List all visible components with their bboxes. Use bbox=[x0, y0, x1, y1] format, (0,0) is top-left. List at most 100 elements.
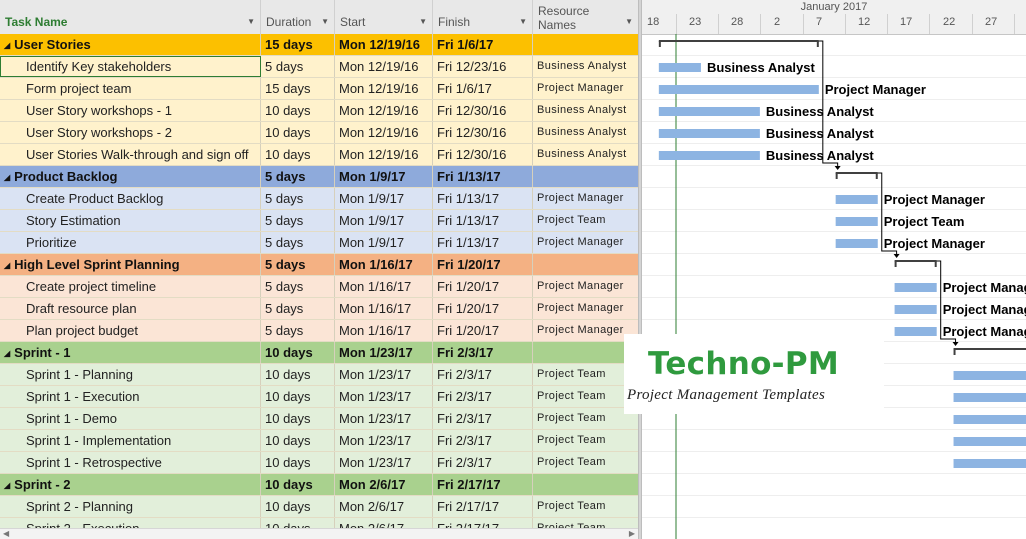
task-row[interactable]: User Story workshops - 1 10 days Mon 12/19… bbox=[0, 100, 638, 122]
duration-cell[interactable]: 15 days bbox=[261, 34, 335, 55]
duration-cell[interactable]: 10 days bbox=[261, 144, 335, 165]
duration-cell[interactable]: 10 days bbox=[261, 408, 335, 429]
task-row[interactable]: Prioritize 5 days Mon 1/9/17 Fri 1/13/17 Pro… bbox=[0, 232, 638, 254]
duration-cell[interactable]: 5 days bbox=[261, 210, 335, 231]
task-name-cell[interactable]: Prioritize bbox=[0, 232, 261, 253]
task-name-cell[interactable]: Create Product Backlog bbox=[0, 188, 261, 209]
task-name-cell[interactable]: ◢ User Stories bbox=[0, 34, 261, 55]
start-cell[interactable]: Mon 1/16/17 bbox=[335, 320, 433, 341]
task-row[interactable]: User Story workshops - 2 10 days Mon 12/19… bbox=[0, 122, 638, 144]
task-name-cell[interactable]: Sprint 2 - Planning bbox=[0, 496, 261, 517]
duration-cell[interactable]: 5 days bbox=[261, 56, 335, 77]
duration-cell[interactable]: 10 days bbox=[261, 100, 335, 121]
start-cell[interactable]: Mon 2/6/17 bbox=[335, 474, 433, 495]
resource-cell[interactable]: Business Analyst bbox=[533, 144, 638, 165]
finish-cell[interactable]: Fri 1/13/17 bbox=[433, 210, 533, 231]
collapse-triangle-icon[interactable]: ◢ bbox=[4, 349, 10, 358]
finish-cell[interactable]: Fri 2/17/17 bbox=[433, 474, 533, 495]
column-header-resource-names[interactable]: Resource Names ▼ bbox=[533, 0, 638, 34]
start-cell[interactable]: Mon 1/16/17 bbox=[335, 276, 433, 297]
task-name-cell[interactable]: ◢ Sprint - 1 bbox=[0, 342, 261, 363]
resource-cell[interactable] bbox=[533, 254, 638, 275]
collapse-triangle-icon[interactable]: ◢ bbox=[4, 173, 10, 182]
task-name-cell[interactable]: Sprint 1 - Demo bbox=[0, 408, 261, 429]
start-cell[interactable]: Mon 12/19/16 bbox=[335, 34, 433, 55]
collapse-triangle-icon[interactable]: ◢ bbox=[4, 481, 10, 490]
start-cell[interactable]: Mon 1/9/17 bbox=[335, 188, 433, 209]
start-cell[interactable]: Mon 12/19/16 bbox=[335, 144, 433, 165]
task-row[interactable]: Plan project budget 5 days Mon 1/16/17 Fri … bbox=[0, 320, 638, 342]
start-cell[interactable]: Mon 1/23/17 bbox=[335, 452, 433, 473]
resource-cell[interactable] bbox=[533, 166, 638, 187]
start-cell[interactable]: Mon 1/23/17 bbox=[335, 342, 433, 363]
task-name-cell[interactable]: Plan project budget bbox=[0, 320, 261, 341]
summary-row[interactable]: ◢ High Level Sprint Planning 5 days Mon 1/1… bbox=[0, 254, 638, 276]
resource-cell[interactable]: Project Manager bbox=[533, 188, 638, 209]
duration-cell[interactable]: 15 days bbox=[261, 78, 335, 99]
task-row[interactable]: Draft resource plan 5 days Mon 1/16/17 Fri … bbox=[0, 298, 638, 320]
task-name-cell[interactable]: Draft resource plan bbox=[0, 298, 261, 319]
start-cell[interactable]: Mon 1/23/17 bbox=[335, 408, 433, 429]
task-name-cell[interactable]: Form project team bbox=[0, 78, 261, 99]
duration-cell[interactable]: 5 days bbox=[261, 254, 335, 275]
start-cell[interactable]: Mon 1/23/17 bbox=[335, 430, 433, 451]
task-name-cell[interactable]: Identify Key stakeholders bbox=[0, 56, 261, 77]
duration-cell[interactable]: 10 days bbox=[261, 474, 335, 495]
start-cell[interactable]: Mon 1/23/17 bbox=[335, 364, 433, 385]
resource-cell[interactable]: Project Team bbox=[533, 452, 638, 473]
finish-cell[interactable]: Fri 2/3/17 bbox=[433, 408, 533, 429]
duration-cell[interactable]: 10 days bbox=[261, 496, 335, 517]
task-name-cell[interactable]: User Story workshops - 1 bbox=[0, 100, 261, 121]
finish-cell[interactable]: Fri 12/30/16 bbox=[433, 144, 533, 165]
duration-cell[interactable]: 5 days bbox=[261, 298, 335, 319]
start-cell[interactable]: Mon 12/19/16 bbox=[335, 78, 433, 99]
duration-cell[interactable]: 5 days bbox=[261, 232, 335, 253]
start-cell[interactable]: Mon 1/16/17 bbox=[335, 298, 433, 319]
task-row[interactable]: User Stories Walk-through and sign off 10… bbox=[0, 144, 638, 166]
column-header-finish[interactable]: Finish ▼ bbox=[433, 0, 533, 34]
duration-cell[interactable]: 10 days bbox=[261, 342, 335, 363]
start-cell[interactable]: Mon 1/16/17 bbox=[335, 254, 433, 275]
duration-cell[interactable]: 10 days bbox=[261, 430, 335, 451]
task-row[interactable]: Sprint 1 - Planning 10 days Mon 1/23/17 Fri… bbox=[0, 364, 638, 386]
chevron-down-icon[interactable]: ▼ bbox=[419, 17, 427, 26]
finish-cell[interactable]: Fri 1/13/17 bbox=[433, 232, 533, 253]
resource-cell[interactable]: Project Team bbox=[533, 496, 638, 517]
summary-row[interactable]: ◢ User Stories 15 days Mon 12/19/16 Fri 1/6/… bbox=[0, 34, 638, 56]
duration-cell[interactable]: 5 days bbox=[261, 276, 335, 297]
summary-row[interactable]: ◢ Product Backlog 5 days Mon 1/9/17 Fri 1/13… bbox=[0, 166, 638, 188]
finish-cell[interactable]: Fri 1/6/17 bbox=[433, 78, 533, 99]
start-cell[interactable]: Mon 1/9/17 bbox=[335, 232, 433, 253]
resource-cell[interactable]: Business Analyst bbox=[533, 56, 638, 77]
task-name-cell[interactable]: Story Estimation bbox=[0, 210, 261, 231]
finish-cell[interactable]: Fri 2/3/17 bbox=[433, 452, 533, 473]
start-cell[interactable]: Mon 1/9/17 bbox=[335, 166, 433, 187]
chevron-down-icon[interactable]: ▼ bbox=[625, 17, 633, 26]
task-name-cell[interactable]: Sprint 1 - Implementation bbox=[0, 430, 261, 451]
resource-cell[interactable] bbox=[533, 474, 638, 495]
start-cell[interactable]: Mon 12/19/16 bbox=[335, 100, 433, 121]
task-row[interactable]: Create Product Backlog 5 days Mon 1/9/17 Fr… bbox=[0, 188, 638, 210]
start-cell[interactable]: Mon 12/19/16 bbox=[335, 56, 433, 77]
duration-cell[interactable]: 5 days bbox=[261, 320, 335, 341]
resource-cell[interactable]: Business Analyst bbox=[533, 122, 638, 143]
finish-cell[interactable]: Fri 1/13/17 bbox=[433, 188, 533, 209]
duration-cell[interactable]: 5 days bbox=[261, 188, 335, 209]
finish-cell[interactable]: Fri 12/30/16 bbox=[433, 100, 533, 121]
collapse-triangle-icon[interactable]: ◢ bbox=[4, 41, 10, 50]
start-cell[interactable]: Mon 1/9/17 bbox=[335, 210, 433, 231]
resource-cell[interactable]: Project Manager bbox=[533, 78, 638, 99]
task-row[interactable]: Sprint 1 - Demo 10 days Mon 1/23/17 Fri 2/3… bbox=[0, 408, 638, 430]
resource-cell[interactable]: Project Manager bbox=[533, 298, 638, 319]
finish-cell[interactable]: Fri 2/17/17 bbox=[433, 496, 533, 517]
task-name-cell[interactable]: User Story workshops - 2 bbox=[0, 122, 261, 143]
resource-cell[interactable]: Project Manager bbox=[533, 320, 638, 341]
chevron-down-icon[interactable]: ▼ bbox=[247, 17, 255, 26]
column-header-duration[interactable]: Duration ▼ bbox=[261, 0, 335, 34]
finish-cell[interactable]: Fri 1/20/17 bbox=[433, 254, 533, 275]
resource-cell[interactable]: Project Team bbox=[533, 430, 638, 451]
resource-cell[interactable]: Project Team bbox=[533, 408, 638, 429]
resource-cell[interactable]: Business Analyst bbox=[533, 100, 638, 121]
finish-cell[interactable]: Fri 2/3/17 bbox=[433, 430, 533, 451]
task-row[interactable]: Sprint 1 - Retrospective 10 days Mon 1/23/… bbox=[0, 452, 638, 474]
